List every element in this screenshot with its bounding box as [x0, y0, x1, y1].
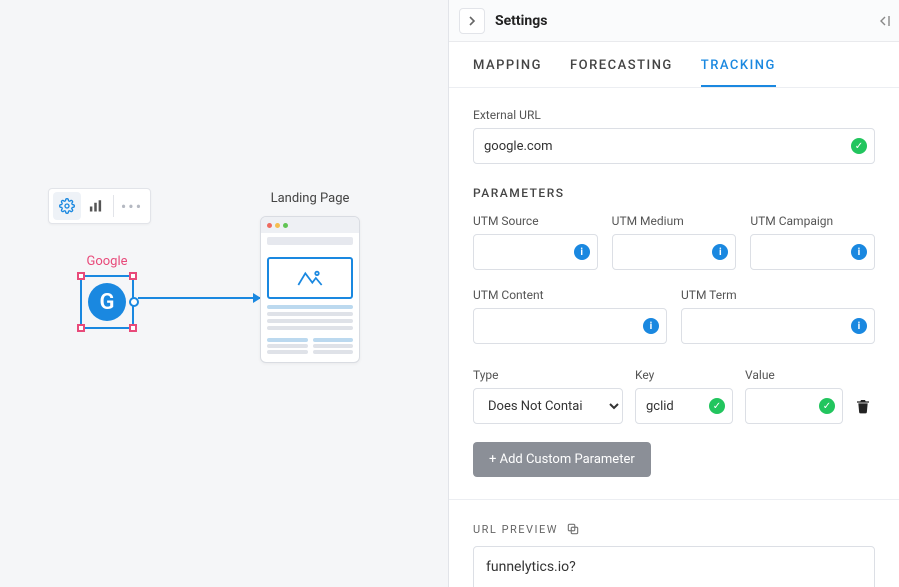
- ellipsis-icon: •••: [121, 197, 143, 216]
- panel-title: Settings: [495, 13, 547, 29]
- url-preview-box[interactable]: funnelytics.io?: [473, 546, 875, 587]
- info-icon[interactable]: i: [851, 244, 867, 260]
- node-google[interactable]: Google G: [80, 254, 134, 329]
- more-tool-button[interactable]: •••: [118, 192, 146, 220]
- gear-icon: [59, 198, 75, 214]
- info-icon[interactable]: i: [851, 318, 867, 334]
- info-icon[interactable]: i: [643, 318, 659, 334]
- edge-arrow[interactable]: [138, 297, 260, 299]
- resize-handle-br[interactable]: [129, 324, 137, 332]
- check-icon: ✓: [819, 398, 835, 414]
- info-icon[interactable]: i: [574, 244, 590, 260]
- thumb-line: [313, 338, 354, 342]
- utm-term-label: UTM Term: [681, 288, 875, 302]
- settings-tool-button[interactable]: [53, 192, 81, 220]
- value-label: Value: [745, 368, 843, 382]
- thumb-line: [267, 312, 353, 316]
- thumb-line: [267, 319, 353, 323]
- collapse-right-button[interactable]: [875, 8, 893, 34]
- type-select[interactable]: Does Not Contain: [473, 388, 623, 424]
- section-divider: [449, 499, 899, 500]
- utm-term-input[interactable]: [681, 308, 875, 344]
- window-dot-green-icon: [283, 223, 288, 228]
- settings-body: External URL ✓ PARAMETERS UTM Source i U…: [449, 88, 899, 587]
- copy-button[interactable]: [566, 522, 580, 536]
- node-google-label: Google: [80, 254, 134, 269]
- utm-source-label: UTM Source: [473, 214, 598, 228]
- landing-page-thumb: [260, 216, 360, 363]
- google-icon: G: [88, 283, 126, 321]
- key-label: Key: [635, 368, 733, 382]
- settings-tabs: MAPPING FORECASTING TRACKING: [449, 42, 899, 88]
- selection-box[interactable]: G: [80, 275, 134, 329]
- thumb-line: [267, 305, 353, 309]
- trash-icon: [855, 397, 871, 415]
- chevron-right-icon: [467, 16, 477, 26]
- delete-row-button[interactable]: [855, 397, 871, 415]
- tab-mapping[interactable]: MAPPING: [473, 58, 542, 87]
- utm-medium-label: UTM Medium: [612, 214, 737, 228]
- copy-icon: [566, 522, 580, 536]
- parameters-label: PARAMETERS: [473, 186, 875, 200]
- tab-forecasting[interactable]: FORECASTING: [570, 58, 673, 87]
- settings-header: Settings: [449, 0, 899, 42]
- node-landing-page[interactable]: Landing Page: [260, 191, 360, 363]
- analytics-tool-button[interactable]: [81, 192, 109, 220]
- check-icon: ✓: [851, 138, 867, 154]
- resize-handle-tr[interactable]: [129, 272, 137, 280]
- thumb-line: [267, 344, 308, 348]
- external-url-label: External URL: [473, 108, 875, 122]
- collapse-left-button[interactable]: [459, 8, 485, 34]
- thumb-address-bar: [267, 237, 353, 245]
- thumb-line: [313, 350, 354, 354]
- type-label: Type: [473, 368, 623, 382]
- toolbar-divider: [113, 195, 114, 217]
- external-url-input[interactable]: [473, 128, 875, 164]
- info-icon[interactable]: i: [712, 244, 728, 260]
- canvas-toolbar: •••: [48, 188, 151, 224]
- resize-handle-bl[interactable]: [77, 324, 85, 332]
- thumb-line: [267, 338, 308, 342]
- thumb-line: [313, 344, 354, 348]
- check-icon: ✓: [709, 398, 725, 414]
- utm-content-input[interactable]: [473, 308, 667, 344]
- image-placeholder-icon: [296, 268, 324, 288]
- node-landing-label: Landing Page: [260, 191, 360, 206]
- bar-chart-icon: [88, 199, 103, 214]
- resize-handle-tl[interactable]: [77, 272, 85, 280]
- canvas-area[interactable]: ••• Google G Landing Page: [0, 0, 448, 587]
- collapse-right-icon: [877, 14, 891, 28]
- add-custom-parameter-button[interactable]: + Add Custom Parameter: [473, 442, 651, 477]
- thumb-line: [267, 350, 308, 354]
- window-dot-red-icon: [267, 223, 272, 228]
- utm-content-label: UTM Content: [473, 288, 667, 302]
- settings-panel: Settings MAPPING FORECASTING TRACKING Ex…: [448, 0, 899, 587]
- utm-campaign-label: UTM Campaign: [750, 214, 875, 228]
- thumb-line: [267, 326, 353, 330]
- url-preview-label: URL PREVIEW: [473, 523, 558, 536]
- tab-tracking[interactable]: TRACKING: [701, 58, 776, 87]
- thumb-hero: [267, 257, 353, 299]
- window-dot-yellow-icon: [275, 223, 280, 228]
